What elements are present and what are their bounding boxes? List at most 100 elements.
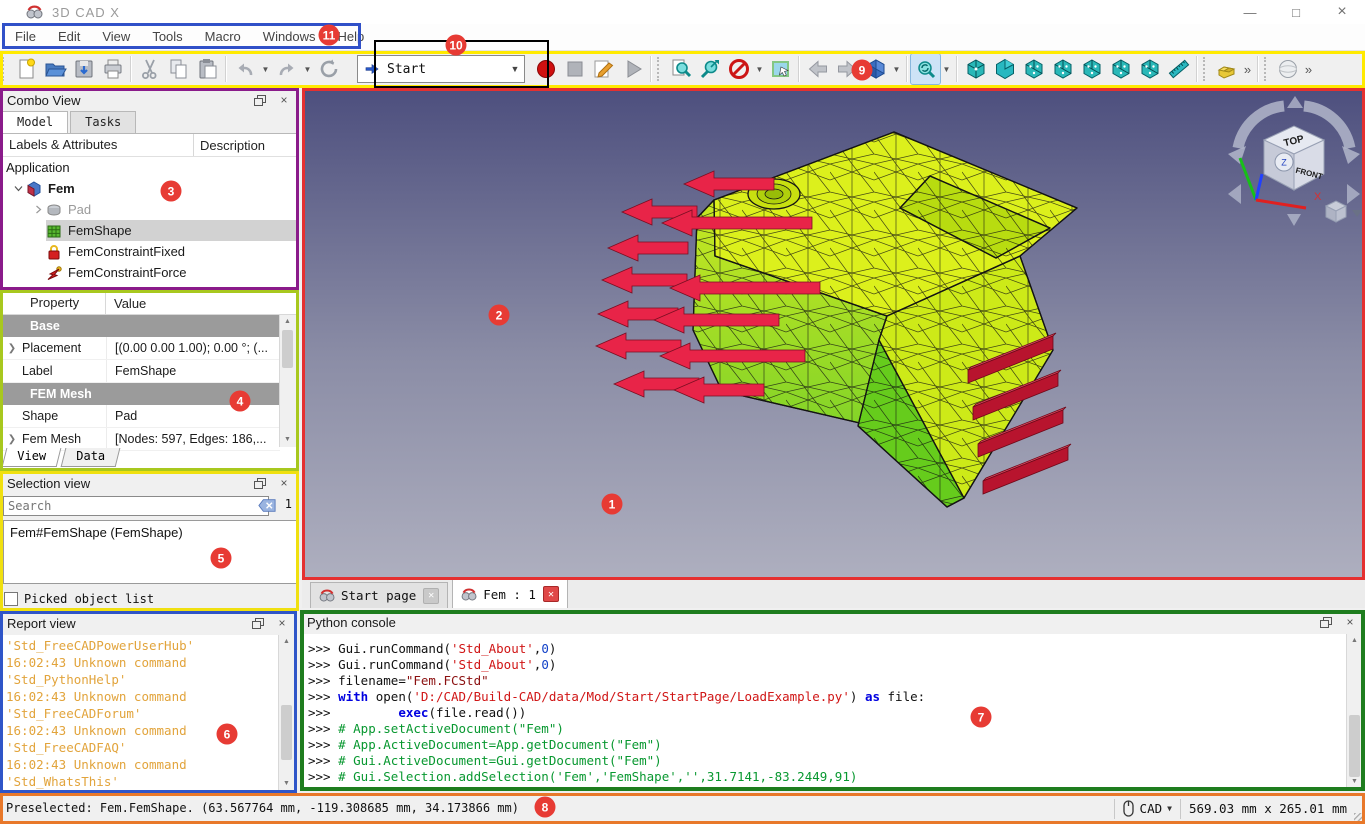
tree-item-pad[interactable]: Pad <box>2 199 297 220</box>
property-group-base[interactable]: Base <box>2 315 280 337</box>
new-file-icon[interactable] <box>11 54 40 84</box>
copy-icon[interactable] <box>164 54 193 84</box>
document-tab-start-page[interactable]: Start page ✕ <box>310 582 448 608</box>
tree-item-femconstraintfixed[interactable]: FemConstraintFixed <box>2 241 297 262</box>
axonometric-view-icon[interactable] <box>961 54 990 84</box>
column-property[interactable]: Property <box>2 292 106 314</box>
checkbox-icon[interactable] <box>4 592 18 606</box>
tree-item-application[interactable]: Application <box>2 157 297 178</box>
open-file-icon[interactable] <box>40 54 69 84</box>
close-panel-icon[interactable]: × <box>274 616 290 630</box>
overflow[interactable]: » <box>1241 54 1254 84</box>
maximize-button[interactable]: □ <box>1273 0 1319 24</box>
view-rear-icon[interactable] <box>1077 54 1106 84</box>
redo-more[interactable]: ▼ <box>301 54 314 84</box>
sphere-tool-icon[interactable] <box>1273 54 1302 84</box>
console-prompt[interactable]: >>> <box>302 785 1363 789</box>
property-scrollbar[interactable]: ▲ ▼ <box>279 315 296 447</box>
menu-macro[interactable]: Macro <box>194 24 252 50</box>
tree-item-label[interactable]: FemShape <box>68 223 132 238</box>
toolbar-drag-handle[interactable] <box>1203 57 1210 81</box>
report-scrollbar[interactable]: ▲ ▼ <box>278 635 294 791</box>
fem-scene[interactable]: TOP FRONT Z X <box>302 88 1365 579</box>
property-value[interactable]: [(0.00 0.00 1.00); 0.00 °; (... <box>107 341 280 355</box>
tab-view[interactable]: View <box>2 448 62 467</box>
part-workbench-icon[interactable] <box>1212 54 1241 84</box>
float-panel-icon[interactable] <box>1318 615 1334 629</box>
document-tab-label[interactable]: Fem : 1 <box>483 587 536 602</box>
document-tab-fem-1[interactable]: Fem : 1 ✕ <box>452 579 568 608</box>
search-input[interactable] <box>3 496 269 516</box>
sync-view-more[interactable]: ▼ <box>940 54 953 84</box>
measure-icon[interactable] <box>1164 54 1193 84</box>
console-scrollbar[interactable]: ▲ ▼ <box>1346 634 1362 789</box>
run-macro-icon[interactable] <box>618 54 647 84</box>
paste-icon[interactable] <box>193 54 222 84</box>
tree-item-label[interactable]: Pad <box>68 202 91 217</box>
edit-macro-icon[interactable] <box>589 54 618 84</box>
tree-item-femshape[interactable]: FemShape <box>2 220 297 241</box>
menu-edit[interactable]: Edit <box>47 24 91 50</box>
column-labels-attributes[interactable]: Labels & Attributes <box>2 134 194 156</box>
overflow[interactable]: » <box>1302 54 1315 84</box>
nav-forward-icon[interactable] <box>832 54 861 84</box>
document-tab-label[interactable]: Start page <box>341 588 416 603</box>
close-panel-icon[interactable]: × <box>276 93 292 107</box>
3d-viewport[interactable]: TOP FRONT Z X <box>302 88 1365 579</box>
undo-more[interactable]: ▼ <box>259 54 272 84</box>
selection-list-item[interactable]: Fem#FemShape (FemShape) <box>4 521 296 544</box>
nav-back-icon[interactable] <box>803 54 832 84</box>
save-file-icon[interactable] <box>69 54 98 84</box>
scroll-up-icon[interactable]: ▲ <box>280 315 295 329</box>
sync-view-icon[interactable] <box>911 54 940 84</box>
scroll-up-icon[interactable]: ▲ <box>1347 634 1362 648</box>
chevron-collapsed-icon[interactable] <box>30 202 46 217</box>
resize-grip[interactable] <box>1354 813 1364 823</box>
toolbar-drag-handle[interactable] <box>657 57 664 81</box>
minimize-button[interactable]: — <box>1227 0 1273 24</box>
tree-item-label[interactable]: Fem <box>48 181 75 196</box>
picked-object-list-checkbox[interactable]: Picked object list <box>4 592 154 606</box>
property-value[interactable]: [Nodes: 597, Edges: 186,... <box>107 432 280 446</box>
redo-icon[interactable] <box>272 54 301 84</box>
cut-icon[interactable] <box>135 54 164 84</box>
property-row-shape[interactable]: ShapePad <box>2 405 280 428</box>
column-description[interactable]: Description <box>194 138 265 153</box>
view-right-icon[interactable] <box>1048 54 1077 84</box>
python-console-log[interactable]: >>> Gui.runCommand('Std_About',0)>>> Gui… <box>302 634 1363 789</box>
view-front-icon[interactable] <box>990 54 1019 84</box>
close-tab-icon[interactable]: ✕ <box>423 588 439 604</box>
menu-tools[interactable]: Tools <box>141 24 193 50</box>
property-row-label[interactable]: LabelFemShape <box>2 360 280 383</box>
toolbar-drag-handle[interactable] <box>1264 57 1271 81</box>
expand-icon[interactable]: ❯ <box>2 434 22 445</box>
scroll-down-icon[interactable]: ▼ <box>1347 775 1362 789</box>
property-row-placement[interactable]: ❯Placement[(0.00 0.00 1.00); 0.00 °; (..… <box>2 337 280 360</box>
close-button[interactable]: × <box>1319 0 1365 24</box>
property-value[interactable]: Pad <box>107 409 280 423</box>
property-group-fem-mesh[interactable]: FEM Mesh <box>2 383 280 405</box>
property-value[interactable]: FemShape <box>107 364 280 378</box>
tree-item-femconstraintforce[interactable]: FemConstraintForce <box>2 262 297 283</box>
float-panel-icon[interactable] <box>252 93 268 107</box>
menu-windows[interactable]: Windows <box>252 24 327 50</box>
tree-item-fem[interactable]: Fem <box>2 178 297 199</box>
view-left-icon[interactable] <box>1135 54 1164 84</box>
clear-search-icon[interactable] <box>258 498 276 513</box>
tab-tasks[interactable]: Tasks <box>70 111 136 133</box>
stop-macro-icon[interactable] <box>560 54 589 84</box>
close-tab-icon[interactable]: ✕ <box>543 586 559 602</box>
tree-item-label[interactable]: Application <box>6 160 70 175</box>
tree-item-label[interactable]: FemConstraintForce <box>68 265 186 280</box>
fit-all-icon[interactable] <box>666 54 695 84</box>
menu-view[interactable]: View <box>91 24 141 50</box>
scroll-up-icon[interactable]: ▲ <box>279 635 294 649</box>
undo-icon[interactable] <box>230 54 259 84</box>
workbench-selector[interactable]: Start▼ <box>357 55 525 83</box>
column-value[interactable]: Value <box>106 296 146 311</box>
view-bottom-icon[interactable] <box>1106 54 1135 84</box>
expand-icon[interactable]: ❯ <box>2 343 22 354</box>
fit-selection-icon[interactable] <box>695 54 724 84</box>
record-macro-icon[interactable] <box>531 54 560 84</box>
isometric-more[interactable]: ▼ <box>890 54 903 84</box>
